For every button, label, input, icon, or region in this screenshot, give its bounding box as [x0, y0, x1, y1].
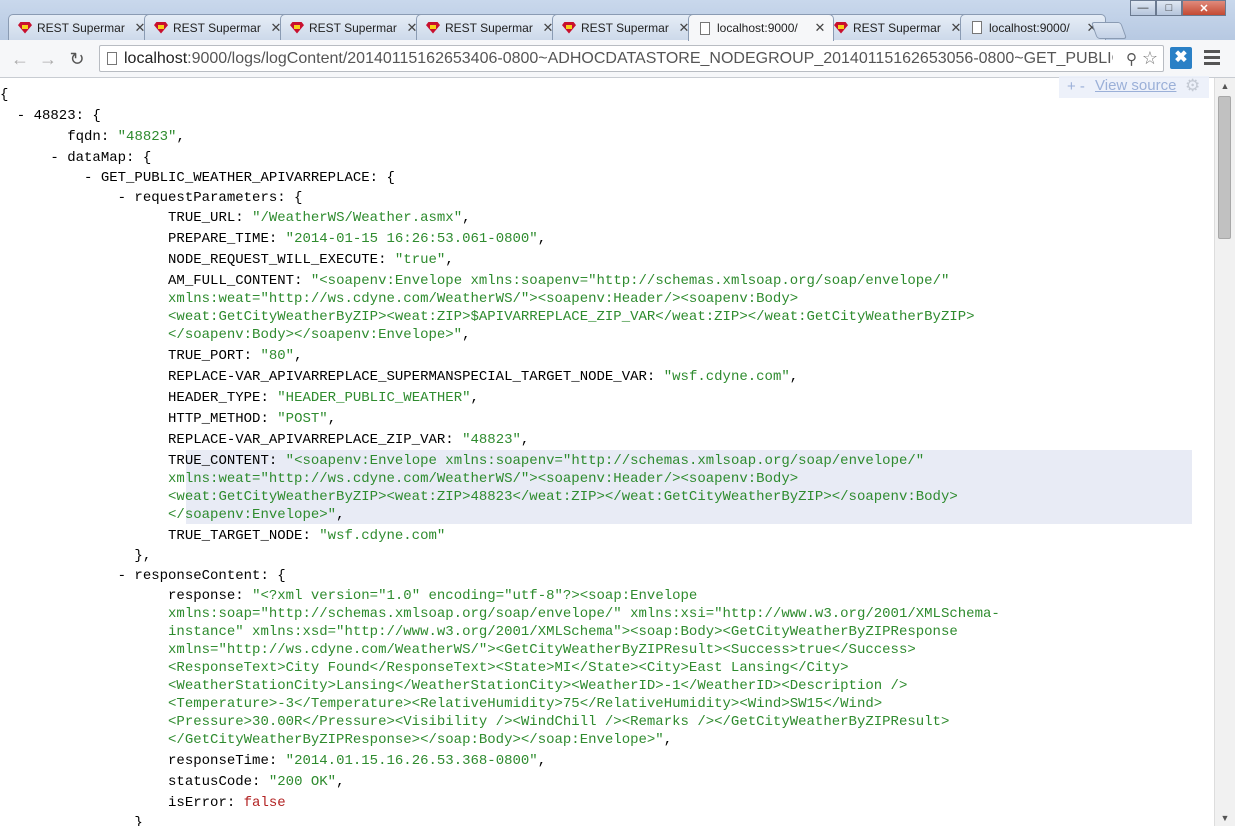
window-controls: — □ ✕ [1130, 0, 1226, 16]
collapse-toggle[interactable]: + - [1067, 78, 1085, 95]
json-line: }, [0, 548, 152, 564]
json-line: <weat:GetCityWeatherByZIP><weat:ZIP>4882… [168, 489, 958, 505]
json-line: <Pressure>30.00R</Pressure><Visibility /… [168, 714, 950, 730]
tab-7[interactable]: localhost:9000/✕ [960, 14, 1106, 40]
json-line: HTTP_METHOD: "POST", [168, 411, 337, 427]
tab-2[interactable]: REST Supermar ✕ [280, 14, 426, 40]
tab-title: REST Supermar [853, 20, 941, 35]
close-tab-icon[interactable]: ✕ [813, 20, 827, 36]
json-line: - responseContent: { [0, 568, 286, 584]
new-tab-button[interactable] [1090, 22, 1128, 39]
scroll-down-arrow[interactable]: ▼ [1215, 810, 1235, 826]
json-line: isError: false [168, 795, 286, 811]
json-line: - dataMap: { [0, 150, 152, 166]
superman-icon [425, 21, 441, 35]
scroll-up-arrow[interactable]: ▲ [1215, 78, 1235, 94]
tab-6[interactable]: REST Supermar ✕ [824, 14, 970, 40]
json-line: xmlns:weat="http://ws.cdyne.com/WeatherW… [168, 291, 799, 307]
scroll-thumb[interactable] [1218, 96, 1231, 239]
bookmark-star-icon[interactable]: ☆ [1142, 48, 1158, 69]
page-icon [697, 21, 713, 35]
page-icon [107, 52, 117, 65]
view-source-link[interactable]: View source [1095, 77, 1176, 94]
json-line: TRUE_URL: "/WeatherWS/Weather.asmx", [168, 210, 471, 226]
tab-strip: REST Supermar ✕ REST Supermar ✕ REST Superma… [0, 0, 1235, 41]
tab-title: localhost:9000/ [989, 20, 1070, 35]
json-line: <WeatherStationCity>Lansing</WeatherStat… [168, 678, 908, 694]
json-line: xmlns:weat="http://ws.cdyne.com/WeatherW… [168, 471, 799, 487]
minimize-button[interactable]: — [1130, 0, 1156, 16]
menu-icon[interactable] [1204, 50, 1220, 68]
superman-icon [289, 21, 305, 35]
tab-1[interactable]: REST Supermar ✕ [144, 14, 290, 40]
json-line: responseTime: "2014.01.15.16.26.53.368-0… [168, 753, 547, 769]
tab-title: REST Supermar [309, 20, 397, 35]
maximize-button[interactable]: □ [1156, 0, 1182, 16]
json-line: statusCode: "200 OK", [168, 774, 345, 790]
superman-icon [833, 21, 849, 35]
json-line: TRUE_PORT: "80", [168, 348, 303, 364]
json-line: - requestParameters: { [0, 190, 303, 206]
tab-5[interactable]: localhost:9000/ ✕ [688, 14, 834, 41]
tab-0[interactable]: REST Supermar ✕ [8, 14, 154, 40]
json-line: TRUE_CONTENT: "<soapenv:Envelope xmlns:s… [168, 453, 925, 469]
url-text[interactable]: localhost:9000/logs/logContent/201401151… [124, 50, 1113, 68]
json-line: <ResponseText>City Found</ResponseText><… [168, 660, 849, 676]
tab-title: localhost:9000/ [717, 21, 798, 35]
json-viewer: { - 48823: { fqdn: "48823", - dataMap: {… [0, 78, 1214, 826]
json-line: TRUE_TARGET_NODE: "wsf.cdyne.com" [168, 528, 446, 544]
close-window-button[interactable]: ✕ [1182, 0, 1226, 16]
json-line: fqdn: "48823", [67, 129, 185, 145]
back-button[interactable]: ← [10, 49, 30, 69]
json-line: instance" xmlns:xsd="http://www.w3.org/2… [168, 624, 958, 640]
json-line: <weat:GetCityWeatherByZIP><weat:ZIP>$API… [168, 309, 975, 325]
json-line: HEADER_TYPE: "HEADER_PUBLIC_WEATHER", [168, 390, 479, 406]
tab-title: REST Supermar [173, 20, 261, 35]
vertical-scrollbar[interactable]: ▲ ▼ [1214, 78, 1235, 826]
forward-button[interactable]: → [38, 49, 58, 69]
json-line: } [0, 815, 143, 826]
tab-title: REST Supermar [37, 20, 125, 35]
json-line: REPLACE-VAR_APIVARREPLACE_SUPERMANSPECIA… [168, 369, 799, 385]
tab-title: REST Supermar [445, 20, 533, 35]
extension-icon[interactable]: ✖ [1170, 47, 1192, 69]
json-line: { [0, 87, 9, 103]
json-line: response: "<?xml version="1.0" encoding=… [168, 588, 698, 604]
reload-button[interactable]: ↻ [67, 49, 87, 69]
zoom-icon[interactable]: ⚲ [1126, 50, 1137, 68]
page-icon [969, 21, 985, 35]
json-line: <Temperature>-3</Temperature><RelativeHu… [168, 696, 883, 712]
json-line: AM_FULL_CONTENT: "<soapenv:Envelope xmln… [168, 273, 950, 289]
superman-icon [153, 21, 169, 35]
address-bar[interactable]: localhost:9000/logs/logContent/201401151… [99, 45, 1164, 72]
json-line: - GET_PUBLIC_WEATHER_APIVARREPLACE: { [0, 170, 395, 186]
json-line: REPLACE-VAR_APIVARREPLACE_ZIP_VAR: "4882… [168, 432, 530, 448]
url-host: localhost [124, 50, 188, 67]
json-line: </soapenv:Body></soapenv:Envelope>", [168, 327, 471, 343]
view-source-panel: + - View source ⚙ [1059, 76, 1209, 98]
superman-icon [17, 21, 33, 35]
gear-icon[interactable]: ⚙ [1185, 76, 1200, 96]
json-line: - 48823: { [0, 108, 101, 124]
browser-toolbar: ← → ↻ localhost:9000/logs/logContent/201… [0, 40, 1235, 78]
json-line: NODE_REQUEST_WILL_EXECUTE: "true", [168, 252, 454, 268]
tab-title: REST Supermar [581, 20, 669, 35]
superman-icon [561, 21, 577, 35]
tab-3[interactable]: REST Supermar ✕ [416, 14, 562, 40]
json-line: xmlns="http://ws.cdyne.com/WeatherWS/"><… [168, 642, 916, 658]
json-line: </GetCityWeatherByZIPResponse></soap:Bod… [168, 732, 673, 748]
tab-4[interactable]: REST Supermar ✕ [552, 14, 698, 40]
json-line: </soapenv:Envelope>", [168, 507, 345, 523]
json-line: xmlns:soap="http://schemas.xmlsoap.org/s… [168, 606, 1000, 622]
json-line: PREPARE_TIME: "2014-01-15 16:26:53.061-0… [168, 231, 547, 247]
url-path: :9000/logs/logContent/20140115162653406-… [187, 50, 1113, 67]
